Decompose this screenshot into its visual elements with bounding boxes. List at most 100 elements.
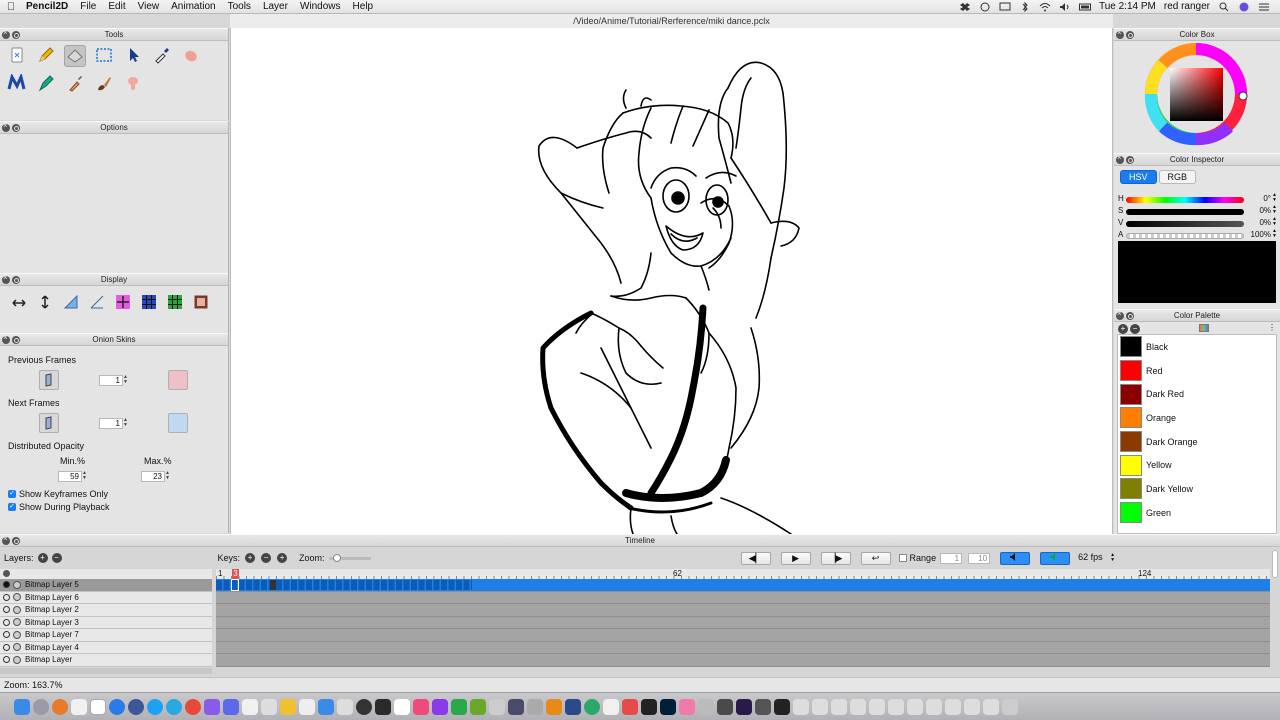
terminal-icon[interactable]: [375, 698, 391, 715]
float-icon[interactable]: [1126, 156, 1134, 164]
palette-view-icon[interactable]: [1199, 324, 1209, 332]
palette-item-dark-orange[interactable]: Dark Orange: [1118, 430, 1276, 454]
app-menu[interactable]: Pencil2D: [22, 1, 74, 12]
menu-edit[interactable]: Edit: [102, 1, 131, 12]
document-icon[interactable]: [394, 698, 410, 715]
palette-item-dark-red[interactable]: Dark Red: [1118, 382, 1276, 406]
user-status-icon[interactable]: [979, 2, 991, 12]
float-icon[interactable]: [1126, 31, 1134, 39]
folder-icon[interactable]: [850, 698, 866, 715]
notes-icon[interactable]: [242, 698, 258, 715]
timeline-scrollbar[interactable]: [1272, 550, 1278, 578]
track-row[interactable]: [216, 617, 1270, 629]
layer-row[interactable]: Bitmap Layer 4: [0, 641, 212, 654]
loop-button[interactable]: ↩: [860, 551, 891, 565]
float-icon[interactable]: [12, 537, 20, 545]
folder-icon[interactable]: [812, 698, 828, 715]
add-layer-icon[interactable]: +: [37, 553, 48, 563]
eyedropper-tool-button[interactable]: [151, 45, 173, 67]
range-start-spinbox[interactable]: 1: [940, 552, 963, 564]
minecraft-icon[interactable]: [470, 698, 486, 715]
play-button[interactable]: ▶: [780, 551, 811, 565]
spin-arrows-icon[interactable]: ▲ ▼: [123, 375, 129, 386]
dropbox-icon[interactable]: [959, 2, 971, 12]
timeline-tracks[interactable]: [216, 579, 1270, 667]
battery-icon[interactable]: [1078, 2, 1091, 12]
app-icon[interactable]: [565, 698, 581, 715]
remove-color-icon[interactable]: −: [1130, 324, 1140, 334]
imovie-icon[interactable]: [432, 698, 448, 715]
keyframe[interactable]: [270, 580, 276, 590]
app-icon[interactable]: [489, 698, 505, 715]
layer-row[interactable]: Bitmap Layer 3: [0, 616, 212, 629]
close-icon[interactable]: [1116, 152, 1124, 164]
duplicate-key-icon[interactable]: +: [277, 553, 288, 563]
spin-arrows-icon[interactable]: ▲ ▼: [1272, 193, 1277, 203]
visibility-icon[interactable]: [3, 631, 10, 639]
folder-icon[interactable]: [907, 698, 923, 715]
previous-frames-spinbox[interactable]: 1: [99, 375, 123, 386]
float-icon[interactable]: [12, 124, 20, 132]
grid-button[interactable]: [140, 294, 158, 312]
spin-arrows-icon[interactable]: ▲ ▼: [82, 471, 88, 482]
calendar-icon[interactable]: [90, 698, 106, 715]
previous-key-button[interactable]: ◀▏: [740, 551, 771, 565]
palette-item-red[interactable]: Red: [1118, 359, 1276, 383]
visibility-icon[interactable]: [3, 606, 10, 614]
range-checkbox[interactable]: [898, 554, 907, 562]
spin-arrows-icon[interactable]: ▲ ▼: [165, 471, 171, 482]
flip-vertical-button[interactable]: [36, 294, 54, 312]
palette-item-black[interactable]: Black: [1118, 335, 1276, 359]
palette-item-yellow[interactable]: Yellow: [1118, 453, 1276, 477]
track-row[interactable]: [216, 629, 1270, 642]
flip-horizontal-button[interactable]: [10, 294, 28, 312]
spin-arrows-icon[interactable]: ▲ ▼: [1272, 217, 1277, 227]
close-icon[interactable]: [2, 533, 10, 545]
next-frames-spinbox[interactable]: 1: [99, 418, 123, 429]
photoshop-icon[interactable]: [660, 698, 676, 715]
timeline-ruler[interactable]: 1 3 62 124: [216, 569, 1270, 579]
app-icon[interactable]: [622, 698, 638, 715]
palette-item-dark-yellow[interactable]: Dark Yellow: [1118, 477, 1276, 501]
folder-icon[interactable]: [793, 698, 809, 715]
center-grid-button[interactable]: [114, 294, 132, 312]
float-icon[interactable]: [1126, 312, 1134, 320]
slider-handle[interactable]: [332, 553, 341, 562]
tab-hsv[interactable]: HSV: [1120, 170, 1157, 184]
cast-icon[interactable]: [999, 2, 1011, 12]
menu-help[interactable]: Help: [347, 1, 380, 12]
app-icon[interactable]: [755, 698, 771, 715]
app-icon[interactable]: [603, 698, 619, 715]
app-icon[interactable]: [527, 698, 543, 715]
hand-tool-button[interactable]: [180, 45, 202, 67]
mail-icon[interactable]: [71, 698, 87, 715]
track-row[interactable]: [216, 592, 1270, 604]
brush-tool-button[interactable]: [93, 73, 115, 95]
add-color-icon[interactable]: +: [1118, 324, 1128, 334]
palette-menu-icon[interactable]: ⋮: [1268, 323, 1276, 332]
folder-icon[interactable]: [926, 698, 942, 715]
eraser-tool-button[interactable]: [64, 45, 86, 67]
visibility-icon[interactable]: [3, 643, 10, 651]
fps-spinbox[interactable]: 62 fps: [1076, 552, 1110, 564]
float-icon[interactable]: [12, 276, 20, 284]
siri-icon[interactable]: [1238, 2, 1250, 12]
grid-green-button[interactable]: [166, 294, 184, 312]
close-icon[interactable]: [2, 332, 10, 344]
menu-file[interactable]: File: [74, 1, 102, 12]
discord-icon[interactable]: [223, 698, 239, 715]
camera-border-button[interactable]: [192, 294, 210, 312]
outlines-button[interactable]: [62, 294, 80, 312]
app-icon[interactable]: [204, 698, 220, 715]
folder-icon[interactable]: [964, 698, 980, 715]
preview-icon[interactable]: [261, 698, 277, 715]
twitter-icon[interactable]: [147, 698, 163, 715]
close-icon[interactable]: [2, 272, 10, 284]
spin-arrows-icon[interactable]: ▲ ▼: [1272, 205, 1277, 215]
next-frames-toggle[interactable]: [39, 413, 59, 433]
remove-layer-icon[interactable]: −: [51, 553, 62, 563]
drawing-canvas[interactable]: [230, 28, 1113, 534]
close-icon[interactable]: [1116, 27, 1124, 39]
track-row[interactable]: [216, 654, 1270, 667]
max-opacity-spinbox[interactable]: 23: [141, 471, 165, 482]
